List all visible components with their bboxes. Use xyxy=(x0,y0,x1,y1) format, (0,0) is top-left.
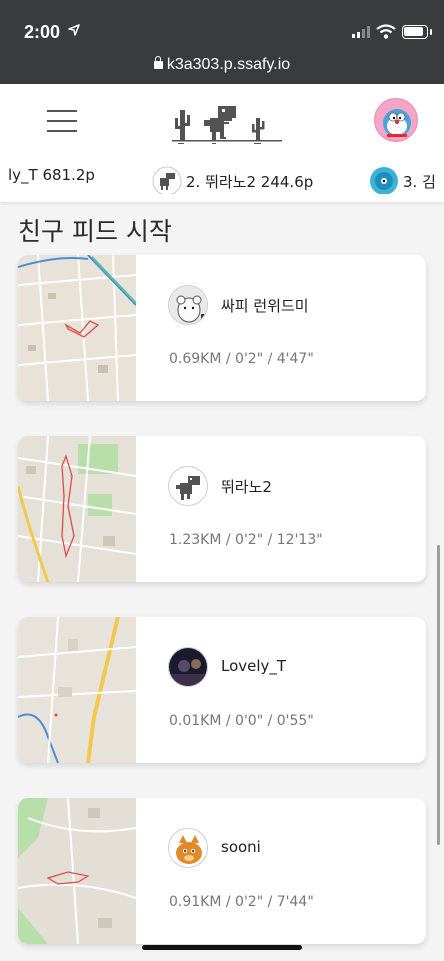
ranking-ticker: ly_T 681.2p 2. 뛰라노2 244.6p 3. 김 xyxy=(0,162,444,194)
scrollbar[interactable] xyxy=(437,545,440,845)
battery-tip xyxy=(430,29,432,35)
user-avatar xyxy=(168,828,208,868)
rank-avatar xyxy=(152,166,182,194)
address-bar[interactable]: k3a303.p.ssafy.io xyxy=(0,56,444,74)
user-name: Lovely_T xyxy=(221,657,287,675)
user-name: 싸피 런위드미 xyxy=(221,297,309,315)
rank-label: 2. 뛰라노2 244.6p xyxy=(186,172,314,191)
feed-title: 친구 피드 시작 xyxy=(18,217,172,246)
status-time: 2:00 xyxy=(24,22,61,42)
profile-avatar[interactable] xyxy=(374,98,418,142)
wifi-icon xyxy=(376,24,396,39)
home-indicator[interactable] xyxy=(142,945,302,950)
user-name: 뛰라노2 xyxy=(221,478,272,496)
rank-item[interactable]: ly_T 681.2p xyxy=(8,166,95,184)
rank-avatar xyxy=(369,166,399,194)
battery-icon xyxy=(402,25,428,39)
signal-icon xyxy=(352,26,370,38)
lock-icon xyxy=(153,56,163,69)
rank-label: ly_T 681.2p xyxy=(8,166,95,184)
run-stats: 0.91KM / 0'2" / 7'44" xyxy=(169,894,314,910)
user-avatar xyxy=(168,285,208,325)
rank-item[interactable]: 2. 뛰라노2 244.6p xyxy=(152,166,313,194)
feed-card[interactable]: sooni 0.91KM / 0'2" / 7'44" xyxy=(18,798,426,944)
status-bar: 2:00 k3a303.p.ssafy.io xyxy=(0,0,444,84)
feed-card[interactable]: 싸피 런위드미 0.69KM / 0'2" / 4'47" xyxy=(18,255,426,401)
run-stats: 0.01KM / 0'0" / 0'55" xyxy=(169,713,314,729)
route-map xyxy=(18,255,136,401)
rank-label: 3. 김 xyxy=(403,172,436,191)
user-avatar xyxy=(168,466,208,506)
user-avatar xyxy=(168,647,208,687)
run-stats: 0.69KM / 0'2" / 4'47" xyxy=(169,351,314,367)
run-stats: 1.23KM / 0'2" / 12'13" xyxy=(169,532,323,548)
menu-icon[interactable] xyxy=(47,110,77,132)
location-arrow-icon xyxy=(68,24,80,36)
route-map xyxy=(18,798,136,944)
url-text: k3a303.p.ssafy.io xyxy=(166,56,291,73)
dino-logo-icon[interactable] xyxy=(172,102,282,146)
route-map xyxy=(18,617,136,763)
user-name: sooni xyxy=(221,838,261,856)
feed-card[interactable]: Lovely_T 0.01KM / 0'0" / 0'55" xyxy=(18,617,426,763)
app-header: ly_T 681.2p 2. 뛰라노2 244.6p 3. 김 xyxy=(0,84,444,202)
rank-item[interactable]: 3. 김 xyxy=(369,166,436,194)
route-map xyxy=(18,436,136,582)
feed-card[interactable]: 뛰라노2 1.23KM / 0'2" / 12'13" xyxy=(18,436,426,582)
